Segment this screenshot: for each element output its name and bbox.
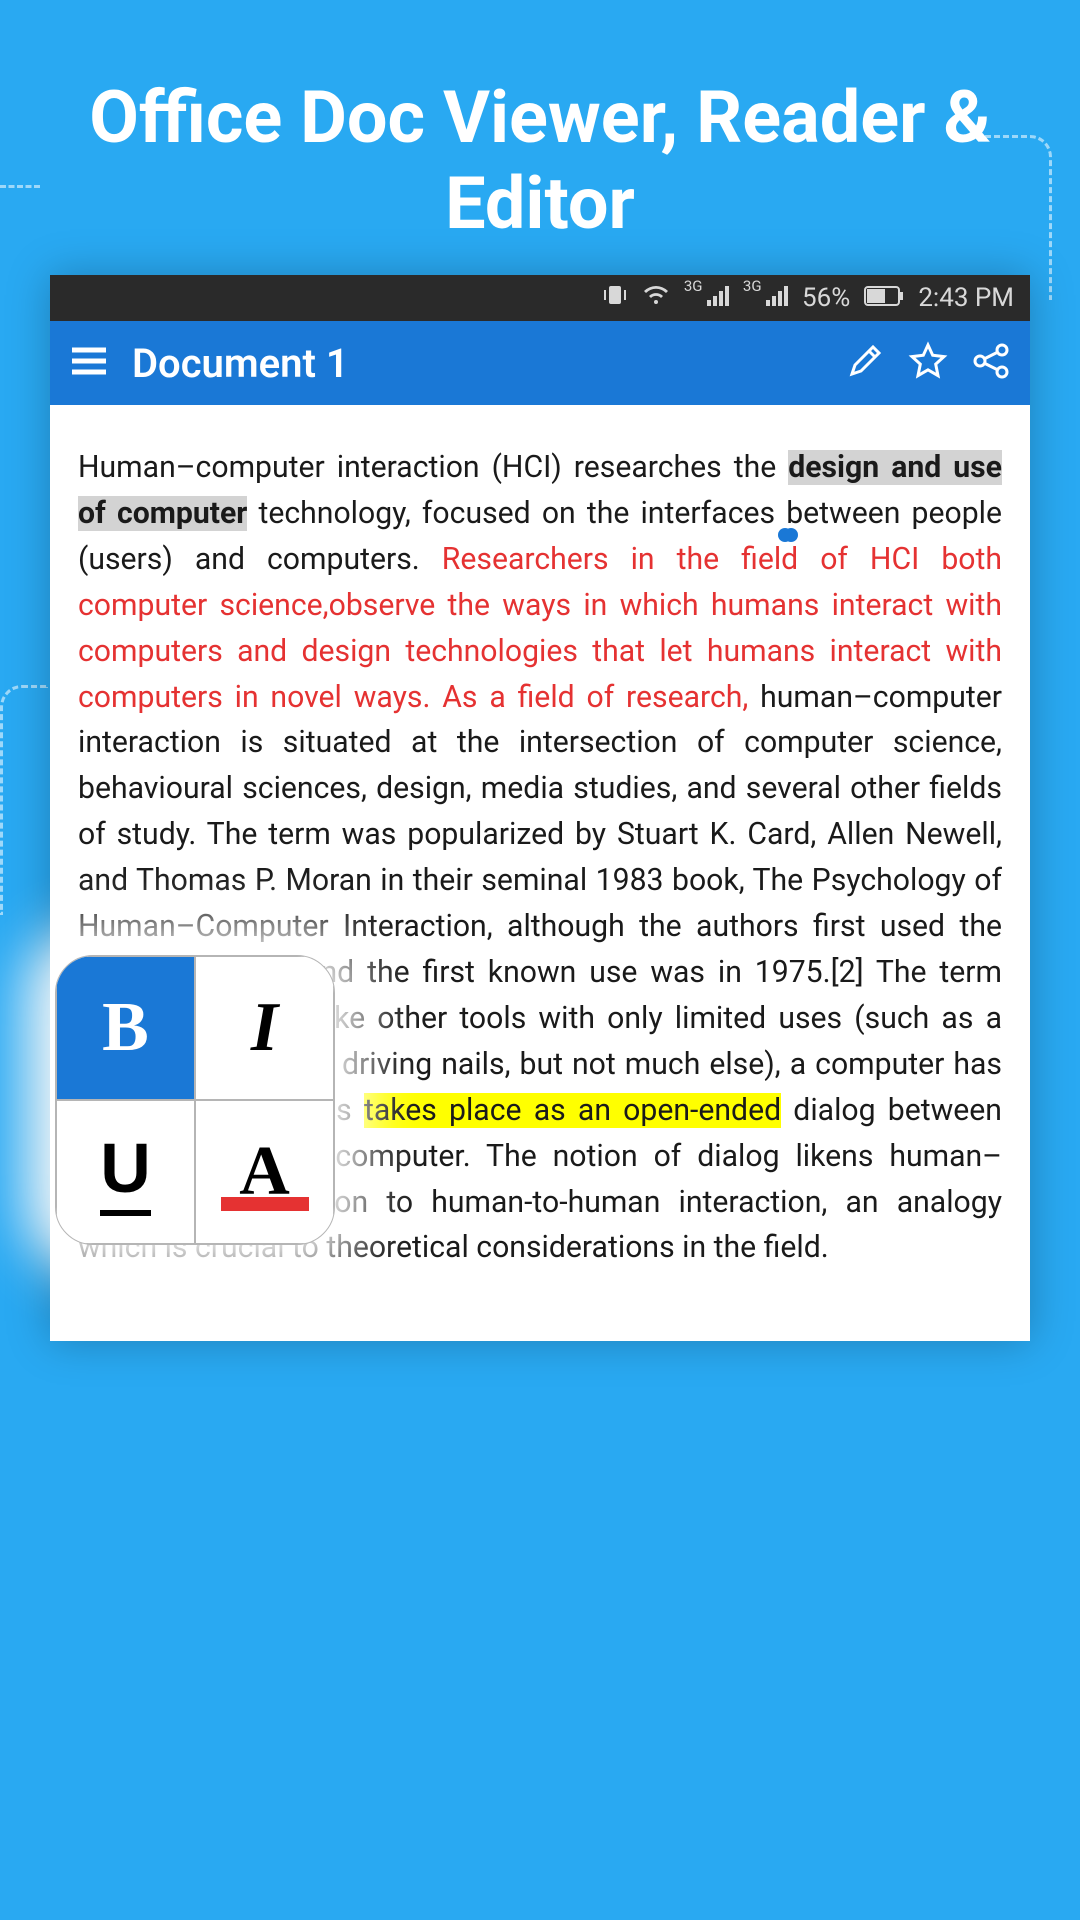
doc-text-highlight: takes place as an open-ended xyxy=(364,1093,781,1128)
underline-button[interactable]: U xyxy=(56,1100,195,1244)
document-title: Document 1 xyxy=(132,340,822,387)
battery-percent: 56% xyxy=(802,283,850,313)
wifi-icon xyxy=(642,283,670,313)
share-icon[interactable] xyxy=(972,342,1010,384)
status-bar: 3G 3G 56% 2:43 PM xyxy=(50,275,1030,321)
app-bar: Document 1 xyxy=(50,321,1030,405)
doc-text: Human–computer interaction (HCI) researc… xyxy=(78,450,788,485)
decoration-dash xyxy=(0,685,48,915)
clock: 2:43 PM xyxy=(918,283,1014,313)
star-icon[interactable] xyxy=(908,341,948,385)
bold-button[interactable]: B xyxy=(56,956,195,1100)
text-color-button[interactable]: A xyxy=(195,1100,334,1244)
signal-1-icon: 3G xyxy=(684,283,729,313)
format-palette: B I U A xyxy=(55,955,335,1245)
vibrate-icon xyxy=(602,283,628,313)
battery-icon xyxy=(864,283,904,313)
signal-2-icon: 3G xyxy=(743,283,788,313)
italic-button[interactable]: I xyxy=(195,956,334,1100)
edit-icon[interactable] xyxy=(846,342,884,384)
decoration-dash xyxy=(0,185,40,188)
menu-icon[interactable] xyxy=(70,346,108,380)
promo-title: Office Doc Viewer, Reader & Editor xyxy=(0,0,1080,288)
